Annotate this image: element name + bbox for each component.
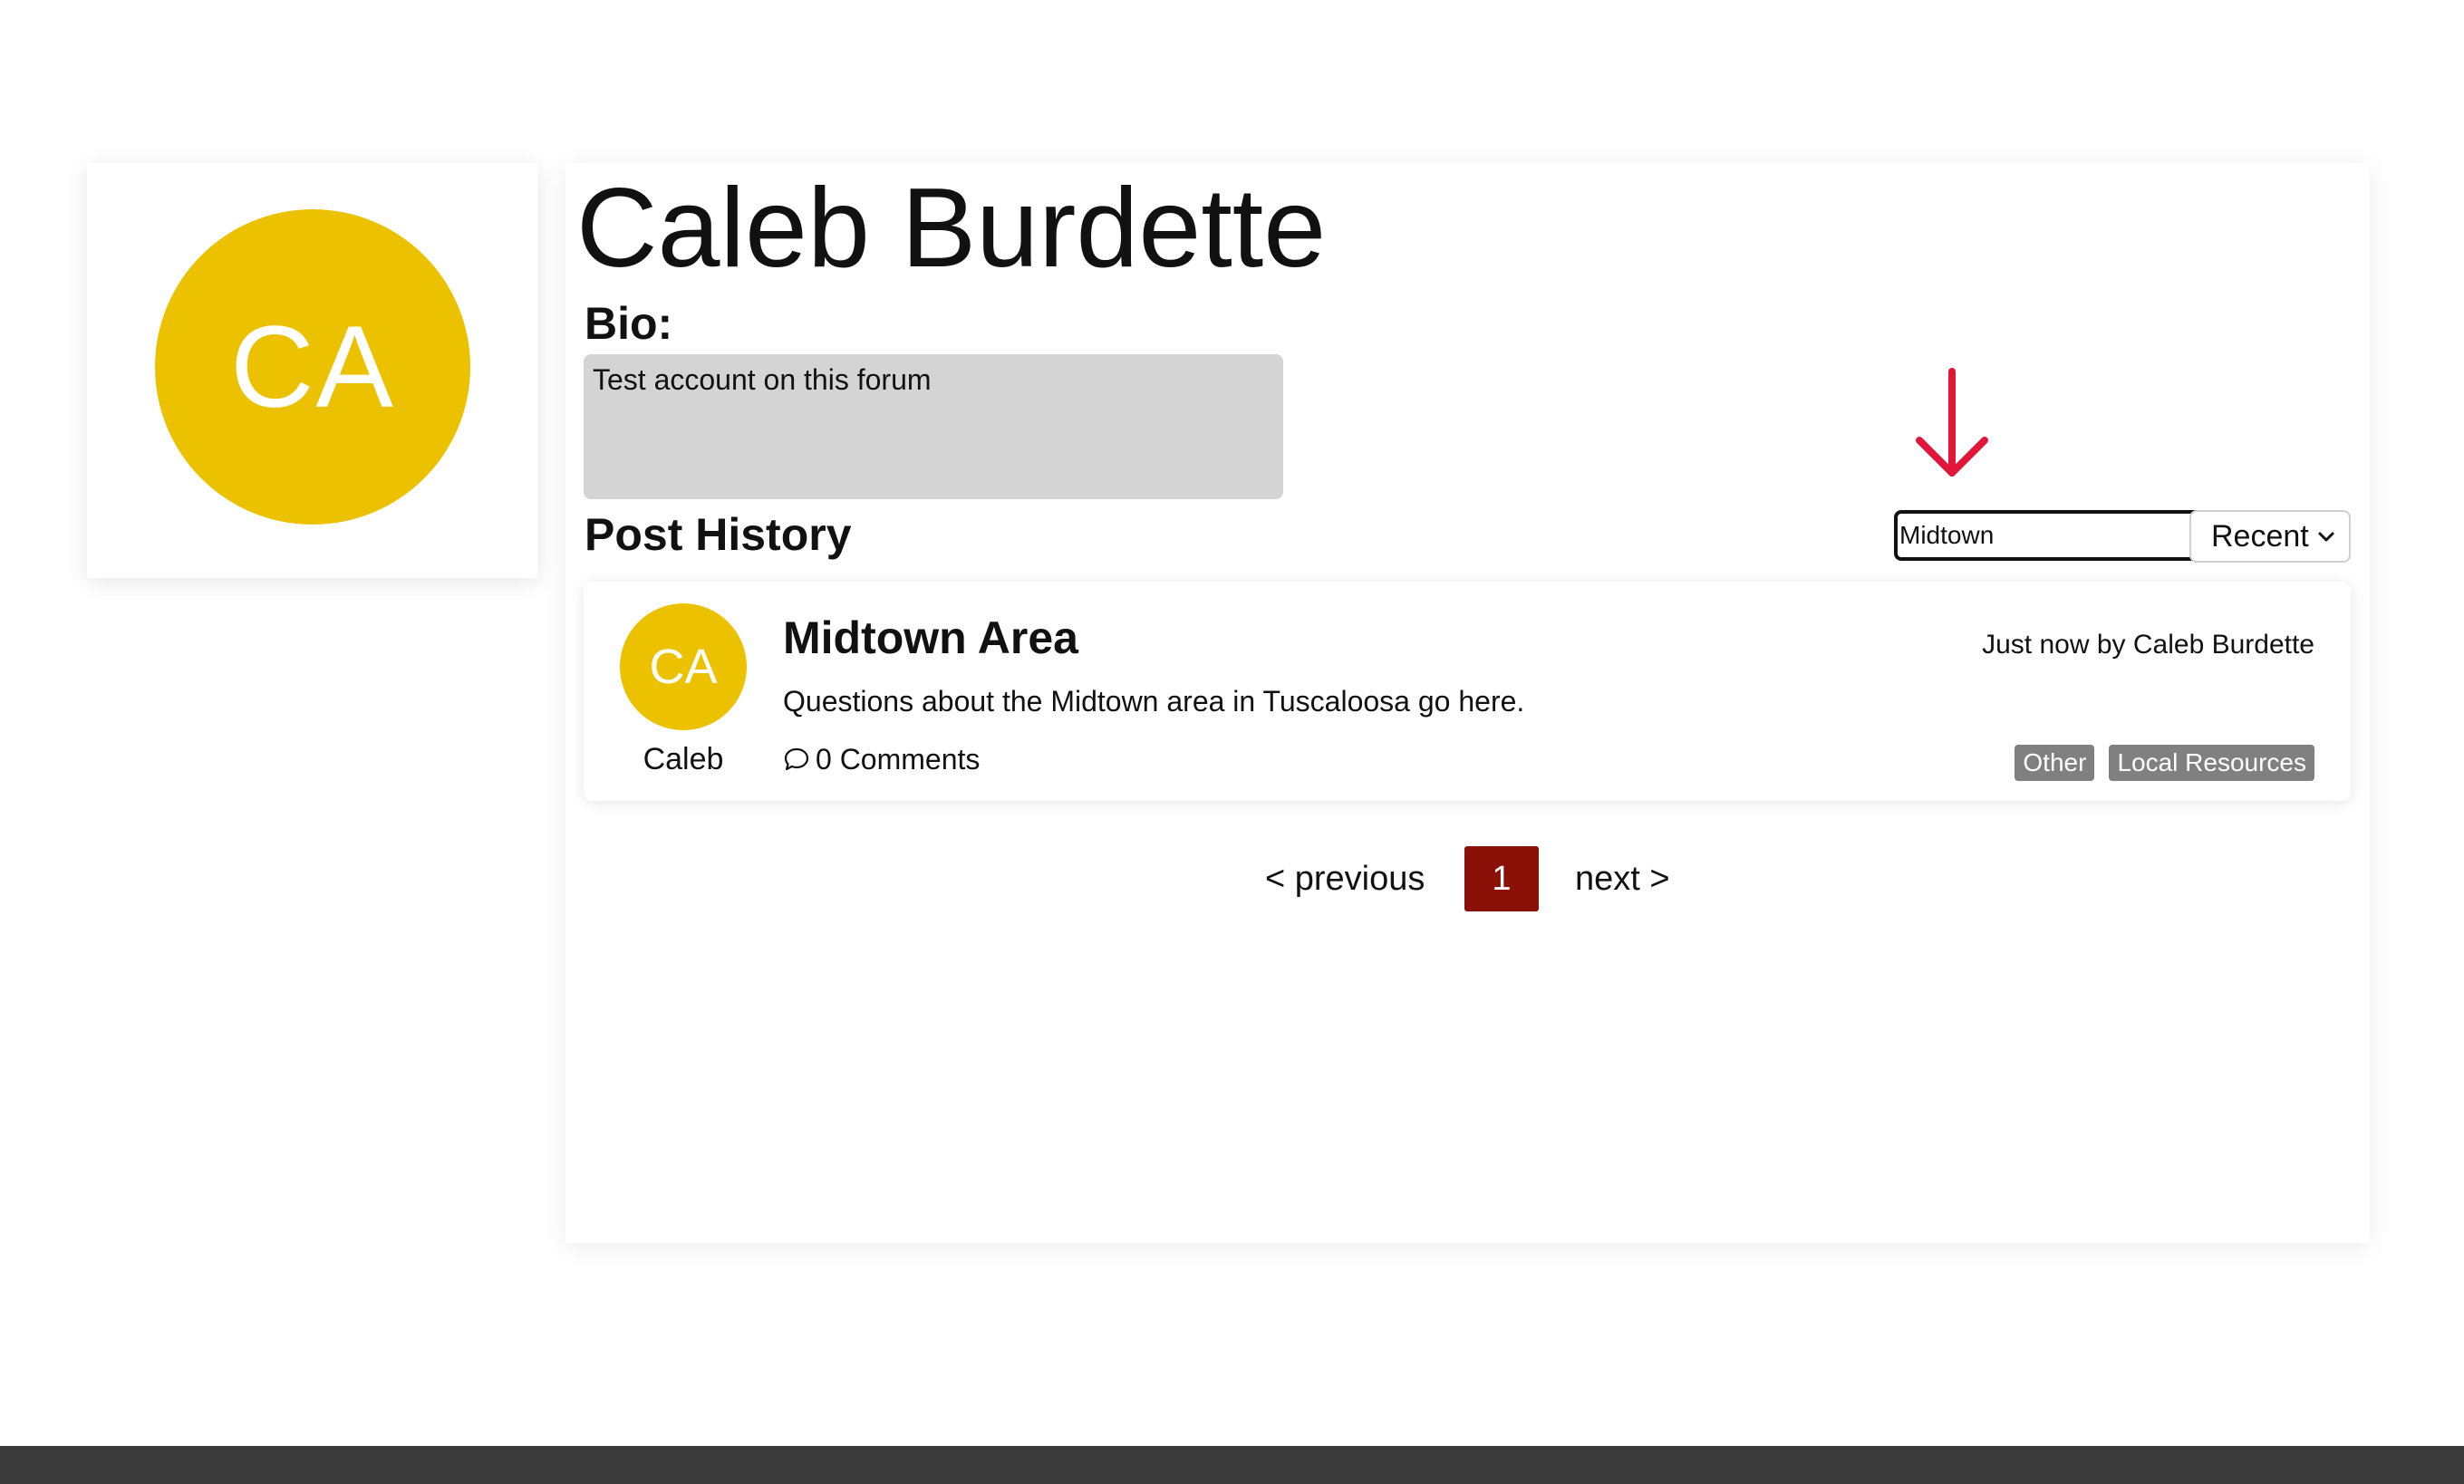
- tag-local-resources[interactable]: Local Resources: [2109, 745, 2314, 781]
- post-history-heading: Post History: [585, 509, 852, 560]
- avatar: CA: [155, 209, 470, 525]
- pagination: < previous 1 next >: [565, 846, 2370, 911]
- page-number-current[interactable]: 1: [1464, 846, 1539, 911]
- search-input[interactable]: [1898, 516, 2171, 555]
- post-body: Questions about the Midtown area in Tusc…: [783, 685, 1525, 718]
- post-title[interactable]: Midtown Area: [783, 611, 1078, 665]
- post-author-name: Caleb: [643, 742, 724, 776]
- profile-main-panel: Caleb Burdette Bio: Test account on this…: [565, 163, 2370, 1243]
- sort-select[interactable]: Recent: [2189, 510, 2351, 563]
- tag-other[interactable]: Other: [2015, 745, 2095, 781]
- post-meta: Just now by Caleb Burdette: [1982, 630, 2314, 660]
- bio-label: Bio:: [585, 298, 673, 349]
- post-card[interactable]: CA Caleb Midtown Area Just now by Caleb …: [584, 582, 2351, 801]
- next-page-link[interactable]: next >: [1575, 846, 1670, 911]
- page: CA Caleb Burdette Bio: Test account on t…: [0, 0, 2464, 1484]
- sort-selected-value: Recent: [2211, 518, 2309, 554]
- profile-avatar-card: CA: [87, 163, 538, 578]
- comment-bubble-icon: [784, 747, 809, 771]
- post-search-box[interactable]: [1894, 510, 2229, 561]
- chevron-down-icon: [2318, 532, 2334, 542]
- page-title: Caleb Burdette: [576, 166, 1327, 291]
- post-tags: Other Local Resources: [2015, 745, 2314, 781]
- post-comments-link[interactable]: 0 Comments: [783, 741, 980, 777]
- footer-bar: [0, 1446, 2464, 1484]
- previous-page-link[interactable]: < previous: [1265, 846, 1425, 911]
- post-author-avatar: CA: [620, 603, 747, 730]
- bio-text: Test account on this forum: [584, 354, 1283, 499]
- arrow-down-icon: [1916, 368, 1988, 477]
- comments-count: 0 Comments: [816, 743, 981, 776]
